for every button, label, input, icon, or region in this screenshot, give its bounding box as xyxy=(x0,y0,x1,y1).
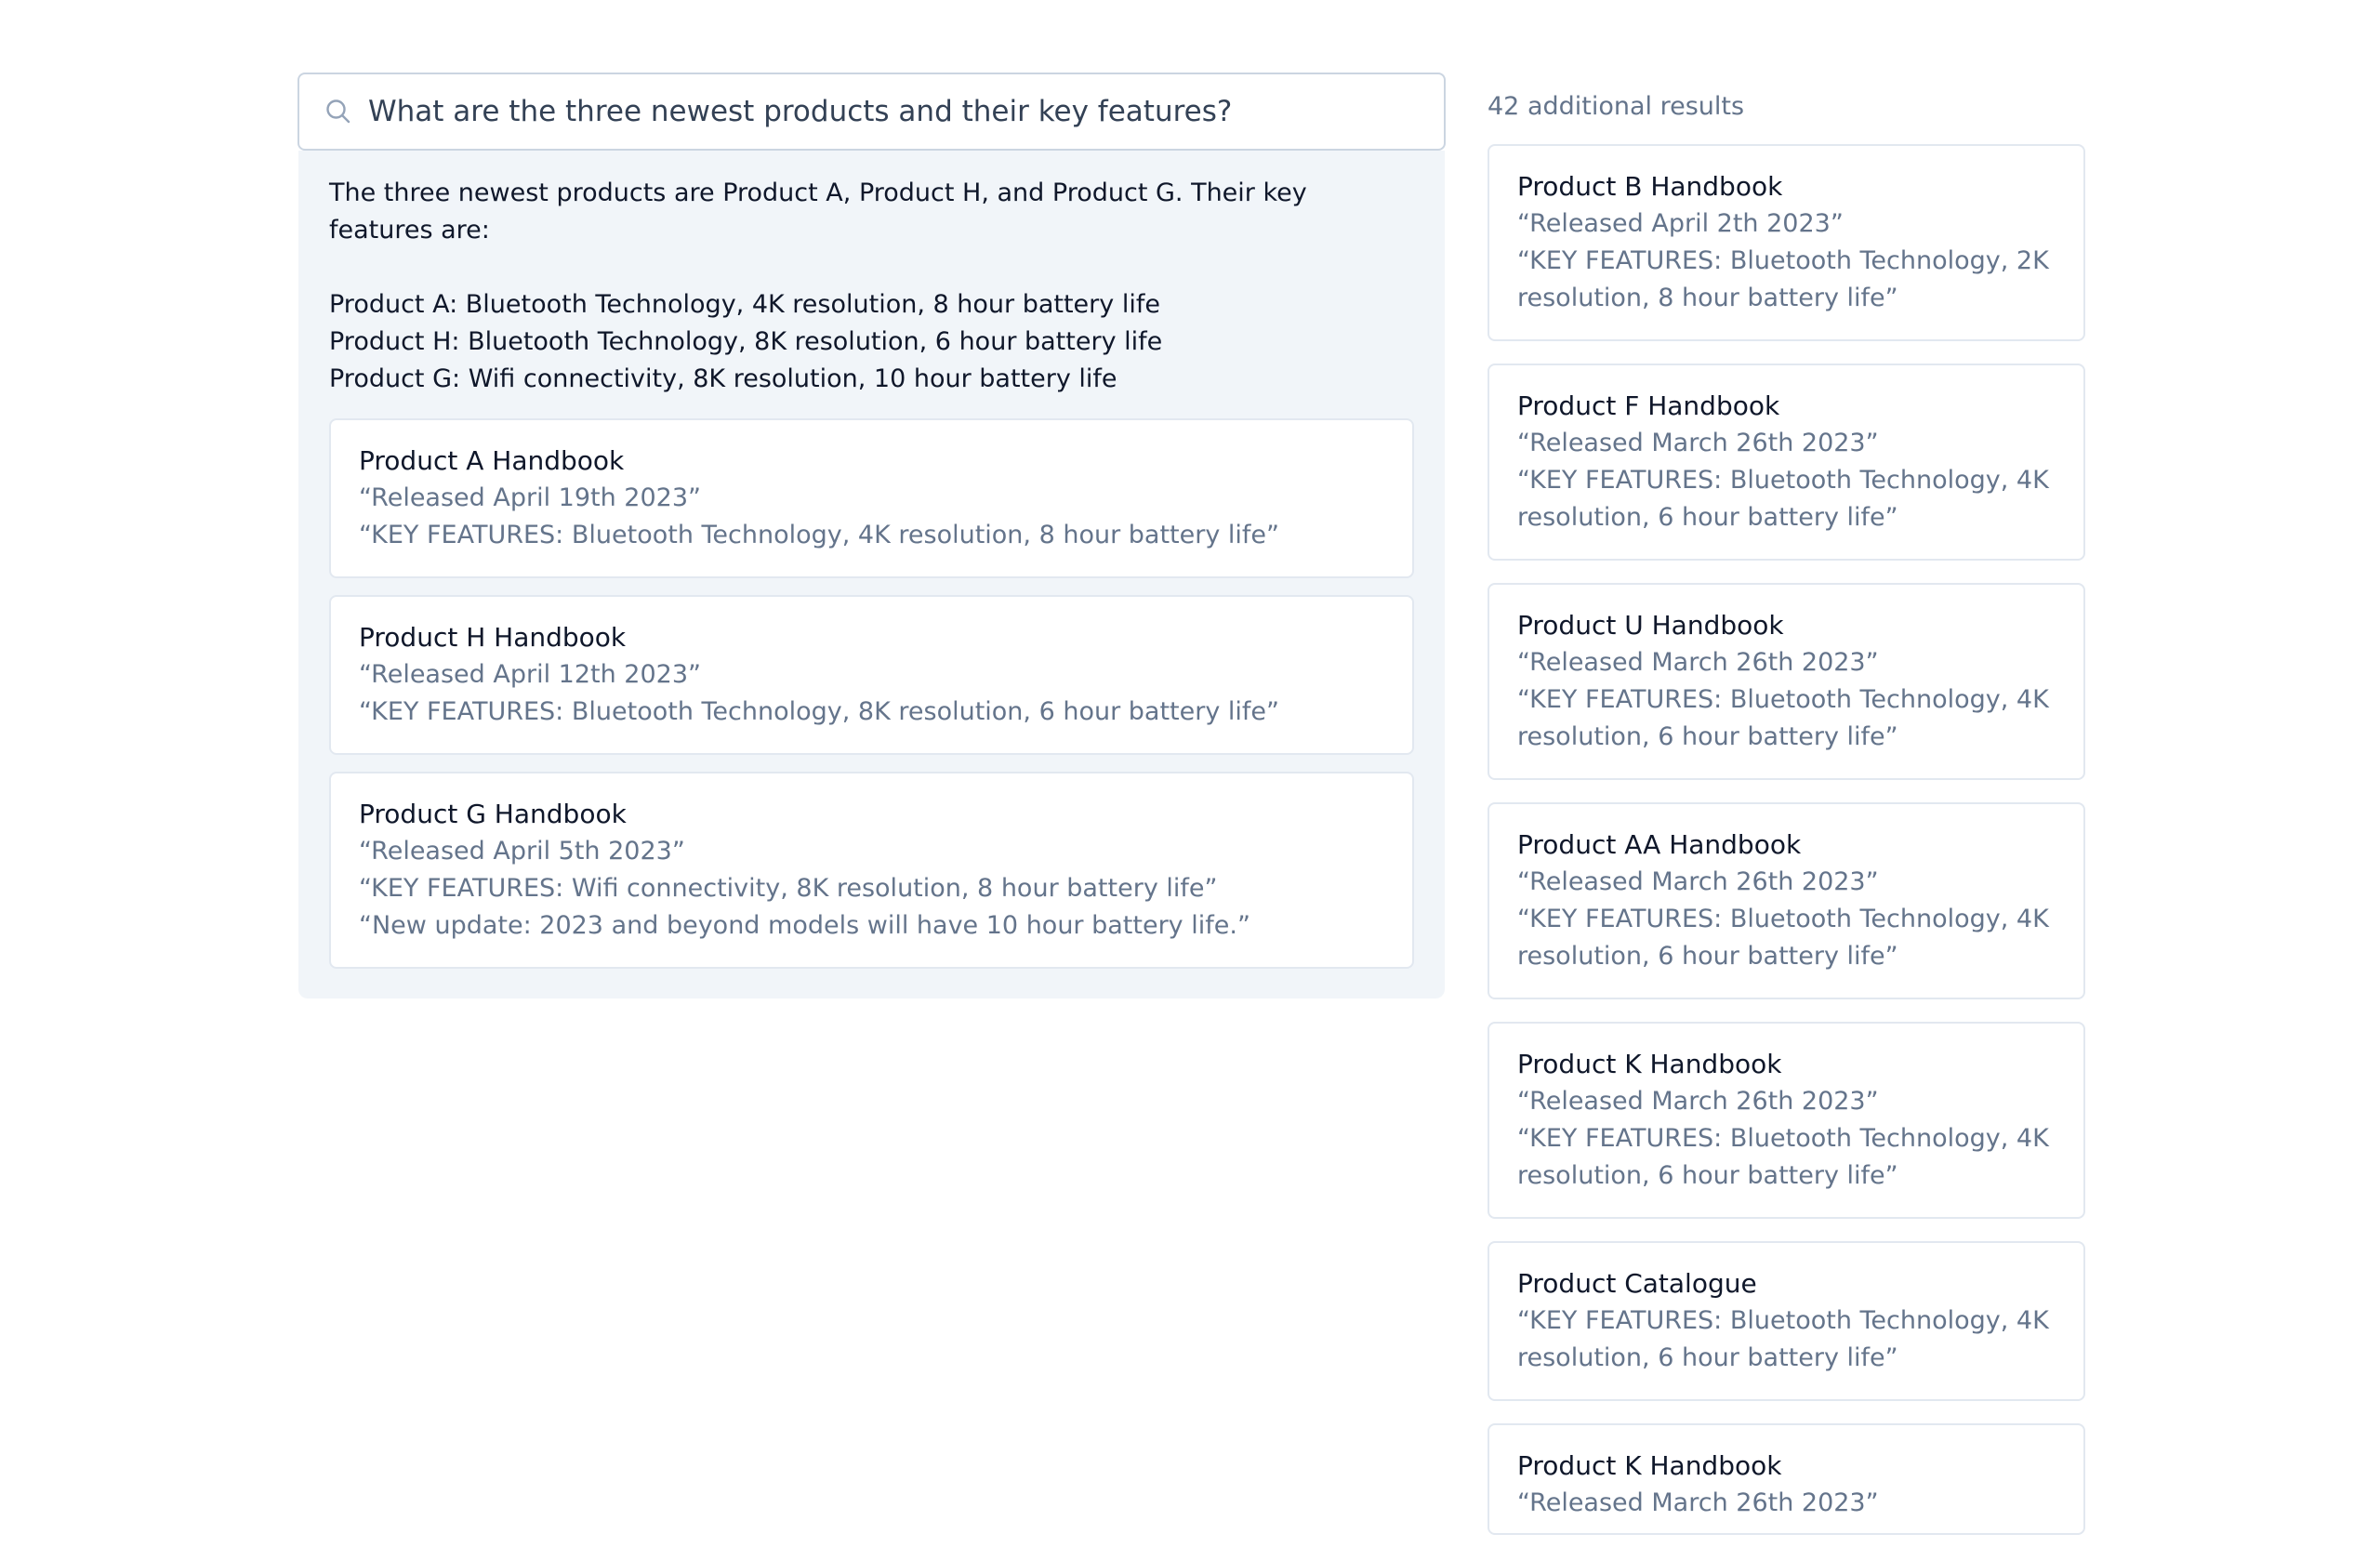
source-card-quote: “Released April 12th 2023” xyxy=(359,660,702,689)
search-icon xyxy=(324,97,353,126)
result-card-quote: “Released March 26th 2023” xyxy=(1517,1087,1879,1116)
source-card-title: Product H Handbook xyxy=(359,622,627,653)
source-card-quote: “Released April 19th 2023” xyxy=(359,483,702,512)
result-card-title: Product F Handbook xyxy=(1517,390,1780,421)
result-card-quote: “KEY FEATURES: Bluetooth Technology, 4K … xyxy=(1517,1306,2049,1372)
result-card-quote: “KEY FEATURES: Bluetooth Technology, 2K … xyxy=(1517,246,2049,312)
result-card-title: Product B Handbook xyxy=(1517,171,1783,202)
result-card-title: Product K Handbook xyxy=(1517,1049,1782,1079)
result-card[interactable]: Product F Handbook “Released March 26th … xyxy=(1488,364,2085,561)
result-card-quote: “KEY FEATURES: Bluetooth Technology, 4K … xyxy=(1517,685,2049,751)
result-card-title: Product U Handbook xyxy=(1517,610,1784,641)
source-card[interactable]: Product A Handbook “Released April 19th … xyxy=(329,418,1414,578)
result-card-title: Product Catalogue xyxy=(1517,1268,1757,1299)
answer-summary: The three newest products are Product A,… xyxy=(329,178,1307,245)
source-card-title: Product A Handbook xyxy=(359,445,625,476)
result-card[interactable]: Product K Handbook “Released March 26th … xyxy=(1488,1022,2085,1219)
result-card-quote: “Released March 26th 2023” xyxy=(1517,867,1879,896)
source-card[interactable]: Product G Handbook “Released April 5th 2… xyxy=(329,772,1414,969)
source-card-quote: “Released April 5th 2023” xyxy=(359,837,685,866)
result-card-quote: “Released March 26th 2023” xyxy=(1517,429,1879,457)
result-card[interactable]: Product U Handbook “Released March 26th … xyxy=(1488,583,2085,780)
results-count: 42 additional results xyxy=(1488,92,1745,121)
search-input[interactable] xyxy=(368,84,1444,139)
search-bar[interactable] xyxy=(298,73,1446,151)
source-card-quote: “KEY FEATURES: Bluetooth Technology, 8K … xyxy=(359,697,1280,726)
result-card[interactable]: Product K Handbook “Released March 26th … xyxy=(1488,1423,2085,1535)
answer-panel: The three newest products are Product A,… xyxy=(298,151,1445,998)
source-card-quote: “KEY FEATURES: Bluetooth Technology, 4K … xyxy=(359,521,1280,549)
answer-line: Product A: Bluetooth Technology, 4K reso… xyxy=(329,290,1160,319)
answer-feature-list: Product A: Bluetooth Technology, 4K reso… xyxy=(329,286,1414,398)
result-card-quote: “KEY FEATURES: Bluetooth Technology, 4K … xyxy=(1517,466,2049,532)
result-card[interactable]: Product Catalogue “KEY FEATURES: Bluetoo… xyxy=(1488,1241,2085,1401)
result-card[interactable]: Product B Handbook “Released April 2th 2… xyxy=(1488,144,2085,341)
source-card-quote: “KEY FEATURES: Wifi connectivity, 8K res… xyxy=(359,874,1218,903)
answer-column: The three newest products are Product A,… xyxy=(298,73,1446,998)
result-card[interactable]: Product AA Handbook “Released March 26th… xyxy=(1488,802,2085,999)
result-card-quote: “Released April 2th 2023” xyxy=(1517,209,1844,238)
result-card-quote: “Released March 26th 2023” xyxy=(1517,648,1879,677)
results-column: 42 additional results Product B Handbook… xyxy=(1488,88,2085,1547)
answer-line: Product H: Bluetooth Technology, 8K reso… xyxy=(329,327,1163,356)
source-card-quote: “New update: 2023 and beyond models will… xyxy=(359,911,1250,940)
result-card-quote: “Released March 26th 2023” xyxy=(1517,1488,1879,1517)
result-card-quote: “KEY FEATURES: Bluetooth Technology, 4K … xyxy=(1517,1124,2049,1190)
page: The three newest products are Product A,… xyxy=(0,0,2380,1547)
source-card[interactable]: Product H Handbook “Released April 12th … xyxy=(329,595,1414,755)
result-card-title: Product AA Handbook xyxy=(1517,829,1802,860)
result-card-quote: “KEY FEATURES: Bluetooth Technology, 4K … xyxy=(1517,905,2049,971)
answer-line: Product G: Wifi connectivity, 8K resolut… xyxy=(329,364,1117,393)
source-card-title: Product G Handbook xyxy=(359,799,627,829)
result-card-title: Product K Handbook xyxy=(1517,1450,1782,1481)
